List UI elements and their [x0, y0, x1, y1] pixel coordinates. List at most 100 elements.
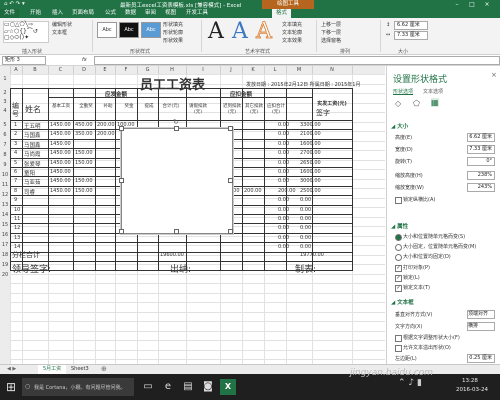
net-salary[interactable]: 0.00: [300, 216, 311, 222]
section-size[interactable]: ◢ 大小: [391, 122, 408, 130]
shape-outline-button[interactable]: 形状轮廓: [163, 29, 183, 36]
fx-label[interactable]: fx: [82, 57, 87, 63]
row-number[interactable]: 9: [14, 197, 17, 203]
base-salary[interactable]: 1450.00: [50, 131, 71, 137]
tab-data[interactable]: 数据: [125, 9, 136, 18]
net-salary[interactable]: 0.00: [300, 197, 311, 203]
maximize-icon[interactable]: □: [467, 0, 477, 9]
shape-style-swatch-white[interactable]: Abc: [97, 22, 117, 38]
prop-radio-move-size[interactable]: [395, 234, 402, 241]
column-header[interactable]: F: [115, 66, 138, 74]
header-payable[interactable]: 应发金额: [105, 90, 127, 98]
tab-developer[interactable]: 开发工具: [186, 9, 208, 18]
task-view-icon[interactable]: ▭: [140, 379, 156, 395]
row-header[interactable]: 7: [0, 142, 10, 148]
windows-start-icon[interactable]: ⊞: [3, 379, 19, 395]
pane-close-icon[interactable]: ×: [491, 71, 497, 79]
deduct-total[interactable]: 0.00: [278, 235, 289, 241]
close-icon[interactable]: ×: [482, 0, 492, 9]
row-header[interactable]: 20: [0, 272, 10, 278]
base-salary[interactable]: 1450.00: [50, 160, 71, 166]
resize-handle[interactable]: [228, 178, 233, 183]
print-object-checkbox[interactable]: ✓: [395, 265, 402, 272]
column-header[interactable]: M: [286, 66, 313, 74]
base-salary[interactable]: 1450.00: [50, 141, 71, 147]
edit-shape-button[interactable]: 编辑形状: [52, 21, 72, 28]
prop-radio-fixed[interactable]: [395, 254, 402, 261]
direction-select[interactable]: 横排: [467, 322, 495, 331]
subtotal-total[interactable]: 19600.00: [160, 252, 184, 258]
tab-review[interactable]: 审阅: [145, 9, 156, 18]
clock-date[interactable]: 2016-03-24: [456, 387, 488, 393]
attendance-bonus[interactable]: 150.00: [75, 188, 93, 194]
row-header[interactable]: 9: [0, 162, 10, 168]
resize-handle[interactable]: [119, 229, 124, 234]
deduct-total[interactable]: 0.00: [278, 225, 289, 231]
selection-pane-button[interactable]: 选择窗格: [321, 37, 341, 44]
subheader-cell[interactable]: 基本工资: [50, 104, 72, 110]
deduct-total[interactable]: 0.00: [278, 131, 289, 137]
row-header[interactable]: 5: [0, 122, 10, 128]
employee-name[interactable]: 马亚茹: [24, 178, 41, 186]
allowance[interactable]: 200.00: [97, 131, 115, 137]
tab-page-layout[interactable]: 页面布局: [72, 9, 94, 18]
subheader-cell[interactable]: 合计(元): [160, 104, 182, 110]
resize-handle[interactable]: [228, 229, 233, 234]
resize-handle[interactable]: [119, 126, 124, 131]
net-salary[interactable]: 0.00: [300, 244, 311, 250]
employee-name[interactable]: 马国鑫: [24, 141, 41, 149]
minimize-icon[interactable]: –: [452, 0, 462, 9]
section-textbox[interactable]: ◢ 文本框: [391, 298, 414, 306]
attendance-bonus[interactable]: 450.00: [75, 122, 93, 128]
maker-sign-label[interactable]: 制表:: [295, 262, 316, 275]
effects-icon[interactable]: ⬠: [413, 99, 420, 108]
resize-handle[interactable]: [174, 126, 179, 131]
subheader-cell[interactable]: 奖金: [118, 104, 140, 110]
issue-date[interactable]: 发放日期 : 2015年2月12日 所属日期 : 2015年1月: [246, 81, 361, 88]
deduct-total[interactable]: 0.00: [278, 197, 289, 203]
deduct-total[interactable]: 0.00: [278, 160, 289, 166]
tab-home[interactable]: 开始: [30, 9, 41, 18]
net-salary[interactable]: 1600.00: [300, 169, 321, 175]
tab-file[interactable]: 文件: [0, 9, 20, 18]
subheader-cell[interactable]: 迟到扣款(元): [222, 104, 242, 116]
column-header[interactable]: K: [242, 66, 265, 74]
deduct-total[interactable]: 0.00: [278, 169, 289, 175]
row-header[interactable]: 15: [0, 222, 10, 228]
edge-icon[interactable]: e: [160, 379, 176, 395]
lock-ratio-checkbox[interactable]: [395, 197, 402, 204]
tab-shape-options[interactable]: 形状选项: [393, 88, 413, 95]
deduct-total[interactable]: 0.00: [278, 207, 289, 213]
shape-fill-button[interactable]: 形状填充: [163, 21, 183, 28]
row-header[interactable]: 16: [0, 232, 10, 238]
row-header[interactable]: 6: [0, 132, 10, 138]
formula-input[interactable]: [94, 56, 500, 65]
selected-rectangle-shape[interactable]: ↻: [119, 118, 233, 234]
row-number[interactable]: 6: [14, 169, 17, 175]
deduct-total[interactable]: 0.00: [278, 244, 289, 250]
column-header[interactable]: G: [137, 66, 159, 74]
base-salary[interactable]: 1450.00: [50, 178, 71, 184]
row-number[interactable]: 3: [14, 141, 17, 147]
base-salary[interactable]: 1450.00: [50, 169, 71, 175]
lock-text-checkbox[interactable]: ✓: [395, 285, 402, 292]
tab-format[interactable]: 格式: [272, 9, 292, 18]
net-salary[interactable]: 1600.00: [300, 141, 321, 147]
row-header[interactable]: 3: [0, 99, 10, 105]
row-number[interactable]: 4: [14, 150, 17, 156]
net-salary[interactable]: 0.00: [300, 207, 311, 213]
resize-handle[interactable]: [174, 229, 179, 234]
net-salary[interactable]: 2100.00: [300, 131, 321, 137]
deduct-total[interactable]: 0.00: [278, 122, 289, 128]
employee-name[interactable]: 张爱琴: [24, 160, 41, 168]
deduct-total[interactable]: 0.00: [278, 178, 289, 184]
tray-icons[interactable]: ⌃ ♪ ▮: [398, 378, 422, 388]
subheader-cell[interactable]: 全勤奖: [75, 104, 97, 110]
column-header[interactable]: N: [312, 66, 353, 74]
excel-taskbar-icon[interactable]: X: [220, 379, 236, 395]
leader-sign-label[interactable]: 领导签字:: [12, 262, 51, 275]
row-header[interactable]: 8: [0, 152, 10, 158]
header-number[interactable]: 编号: [12, 102, 20, 118]
prop-radio-move[interactable]: [395, 244, 402, 251]
tab-formulas[interactable]: 公式: [105, 9, 116, 18]
